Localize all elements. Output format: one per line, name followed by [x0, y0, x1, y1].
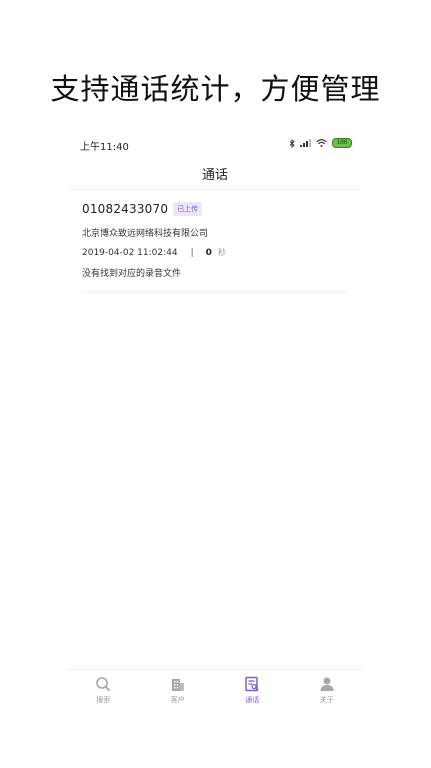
call-meta-row: 2019-04-02 11:02:44 | 0 秒	[82, 247, 348, 258]
header-divider	[70, 189, 360, 190]
call-duration-value: 0	[205, 247, 212, 258]
page-title: 通话	[201, 168, 228, 183]
search-icon	[95, 676, 111, 692]
tab-label: 搜索	[96, 696, 111, 704]
user-icon	[319, 676, 335, 692]
tab-label: 客户	[170, 696, 185, 704]
call-duration-unit: 秒	[217, 248, 226, 257]
tab-calls[interactable]: 通话	[215, 676, 290, 712]
status-icons: 100	[289, 138, 352, 148]
signal-icon	[300, 139, 311, 147]
tab-label: 关于	[319, 696, 334, 704]
company-name: 北京博众致远网络科技有限公司	[82, 229, 209, 239]
meta-separator: |	[190, 247, 194, 258]
tab-search[interactable]: 搜索	[66, 676, 141, 712]
tab-label: 通话	[245, 696, 260, 704]
tab-about[interactable]: 关于	[290, 676, 365, 712]
tab-customers[interactable]: 客户	[141, 676, 216, 712]
call-datetime: 2019-04-02 11:02:44	[82, 247, 178, 258]
call-record-icon	[244, 676, 260, 692]
recording-note: 没有找到对应的录音文件	[82, 269, 182, 279]
phone-screen: 上午11:40 100 通话 01082433070 已上传 北京博众致远网络科…	[66, 128, 364, 713]
promo-title: 支持通话统计，方便管理	[50, 72, 381, 106]
status-bar: 上午11:40 100	[80, 138, 352, 153]
list-divider	[82, 292, 348, 293]
battery-icon: 100	[332, 138, 352, 148]
building-icon	[170, 676, 186, 692]
wifi-icon	[316, 139, 327, 147]
phone-row: 01082433070 已上传	[82, 202, 348, 216]
tab-bar-divider	[66, 669, 364, 670]
status-time: 上午11:40	[80, 142, 129, 153]
bluetooth-icon	[289, 138, 295, 148]
upload-status-badge: 已上传	[173, 202, 203, 216]
bottom-tab-bar: 搜索 客户 通话 关于	[66, 676, 364, 712]
call-record-item[interactable]: 01082433070 已上传 北京博众致远网络科技有限公司 2019-04-0…	[82, 202, 348, 294]
phone-number: 01082433070	[82, 202, 169, 216]
app-screenshot: 支持通话统计，方便管理 上午11:40 100 通话 01082433070 已…	[0, 0, 431, 768]
